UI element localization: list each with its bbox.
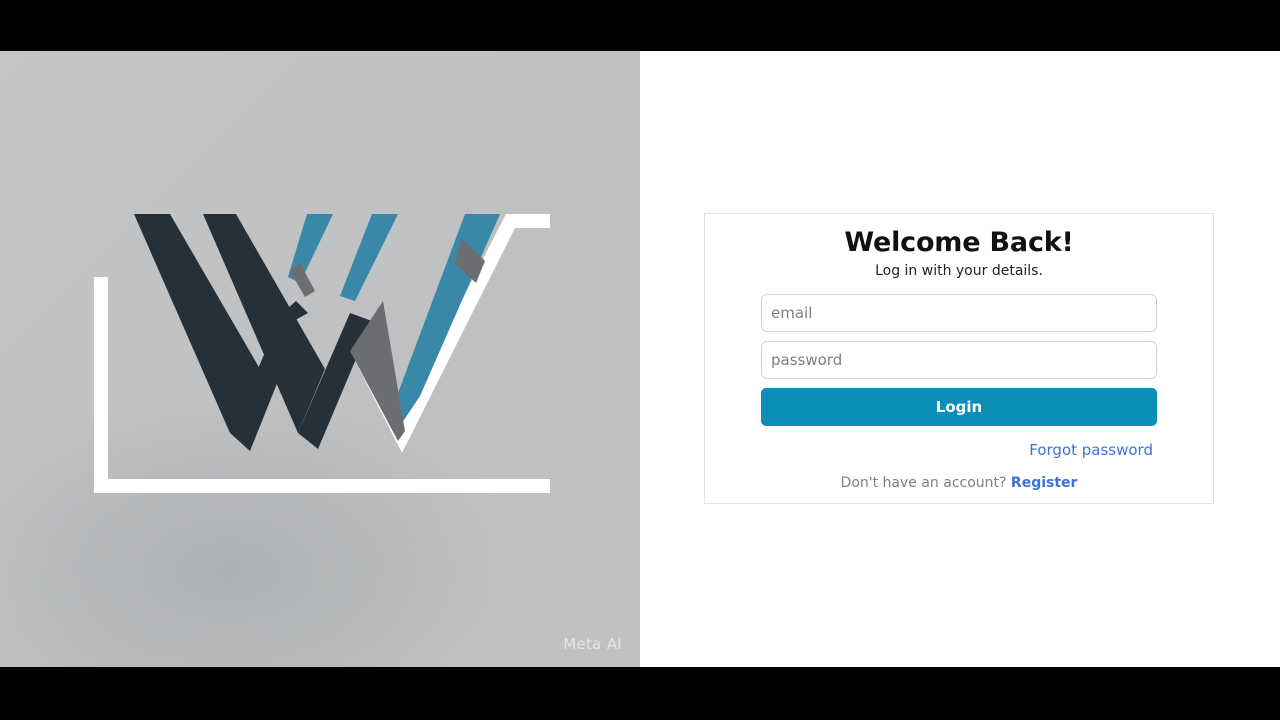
register-row: Don't have an account? Register — [705, 475, 1213, 491]
register-prompt: Don't have an account? — [840, 475, 1007, 491]
password-field[interactable] — [761, 341, 1157, 379]
watermark-text: Meta AI — [563, 635, 622, 653]
page-title: Welcome Back! — [844, 227, 1074, 258]
page-subtitle: Log in with your details. — [875, 263, 1043, 279]
forgot-password-link[interactable]: Forgot password — [1029, 441, 1153, 459]
login-button[interactable]: Login — [761, 388, 1157, 426]
page: Meta AI Welcome Back! Log in with your d… — [0, 51, 1280, 667]
email-field[interactable] — [761, 294, 1157, 332]
w-logo — [94, 214, 550, 493]
register-link[interactable]: Register — [1011, 475, 1078, 491]
hero-image: Meta AI — [0, 51, 640, 667]
login-card: Welcome Back! Log in with your details. … — [704, 213, 1214, 504]
